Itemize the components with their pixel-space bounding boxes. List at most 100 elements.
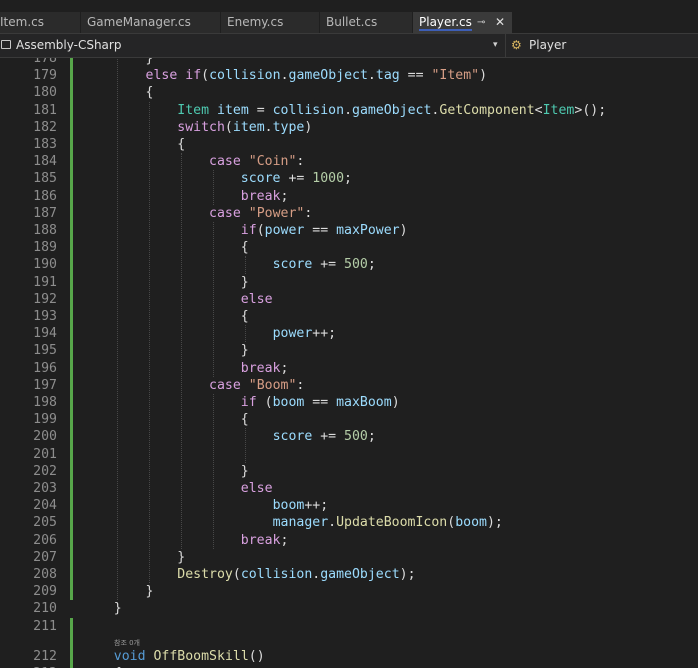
indent-guide (181, 153, 182, 549)
line-number: 194 (33, 326, 57, 342)
divider (505, 34, 506, 57)
code-line: 180 { (0, 84, 698, 101)
indent-guide (245, 325, 246, 343)
code-text: } (82, 601, 122, 617)
tab-label: GameManager.cs (87, 15, 191, 29)
code-line: 197 case "Boom": (0, 377, 698, 394)
code-text: { (82, 240, 249, 256)
code-line: 205 manager.UpdateBoomIcon(boom); (0, 514, 698, 531)
line-number: 199 (33, 412, 57, 428)
line-number: 191 (33, 274, 57, 290)
tab-label: Player.cs (419, 15, 472, 31)
line-number: 204 (33, 498, 57, 514)
code-line: 182 switch(item.type) (0, 119, 698, 136)
code-line: 210 } (0, 600, 698, 617)
code-text: void OffBoomSkill() (113, 648, 265, 664)
code-text: else (240, 291, 273, 307)
code-line: 190 score += 500; (0, 256, 698, 273)
line-number: 189 (33, 240, 57, 256)
indent-guide (245, 256, 246, 274)
tab-enemy-cs[interactable]: Enemy.cs (221, 12, 320, 33)
line-number: 209 (33, 584, 57, 600)
code-text: break; (240, 532, 289, 548)
line-number: 206 (33, 532, 57, 548)
code-text: if (boom == maxBoom) (240, 395, 400, 410)
code-line: 192 else (0, 291, 698, 308)
code-text: } (82, 463, 249, 479)
code-line: 194 power++; (0, 325, 698, 342)
changed-line-indicator (70, 58, 73, 601)
line-number: 210 (33, 601, 57, 617)
code-line: 184 case "Coin": (0, 153, 698, 170)
line-number: 182 (33, 119, 57, 135)
code-text: Item item = collision.gameObject.GetComp… (177, 102, 607, 118)
class-name: Player (529, 38, 567, 52)
code-line: 188 if(power == maxPower) (0, 222, 698, 239)
code-text: power++; (272, 326, 337, 342)
line-number: 192 (33, 291, 57, 307)
line-number: 211 (33, 618, 57, 634)
project-name: Assembly-CSharp (16, 38, 122, 52)
indent-guide (117, 58, 118, 601)
code-line: 206 break; (0, 532, 698, 549)
line-number: 193 (33, 309, 57, 324)
indent-guide (213, 170, 214, 205)
code-text: } (82, 549, 186, 565)
code-text: { (82, 137, 186, 152)
code-line: 202 } (0, 463, 698, 480)
line-number: 180 (33, 85, 57, 101)
tab-bullet-cs[interactable]: Bullet.cs (320, 12, 413, 33)
code-line: 186 break; (0, 188, 698, 205)
code-text: score += 500; (272, 257, 376, 273)
code-line: 208 Destroy(collision.gameObject); (0, 566, 698, 583)
code-line: 191 } (0, 274, 698, 291)
navigation-bar: Assembly-CSharp ▾ ⚙ Player (0, 33, 698, 58)
pin-icon[interactable]: ⊸ (477, 12, 485, 33)
line-number: 188 (33, 223, 57, 238)
indent-guide (149, 101, 150, 584)
code-text: case "Coin": (209, 154, 305, 170)
line-number: 187 (33, 205, 57, 221)
code-line: 193 { (0, 308, 698, 325)
code-line: 203 else (0, 480, 698, 497)
line-number: 190 (33, 257, 57, 273)
line-number: 208 (33, 567, 57, 582)
code-line: 211 (0, 618, 698, 635)
code-editor[interactable]: 178 } 179 else if(collision.gameObject.ta… (0, 58, 698, 668)
code-line: 209 } (0, 583, 698, 600)
line-number: 186 (33, 188, 57, 204)
line-number: 185 (33, 171, 57, 187)
close-icon[interactable]: ✕ (495, 12, 505, 33)
line-number: 198 (33, 395, 57, 410)
code-text: break; (240, 188, 289, 204)
line-number: 195 (33, 343, 57, 359)
code-line: 195 } (0, 342, 698, 359)
reference-count-hint[interactable]: 참조 0개 (114, 638, 140, 648)
code-text: { (82, 309, 249, 324)
code-text: } (82, 343, 249, 359)
code-line: 181 Item item = collision.gameObject.Get… (0, 102, 698, 119)
code-line: 198 if (boom == maxBoom) (0, 394, 698, 411)
line-number: 183 (33, 137, 57, 152)
line-number: 179 (33, 68, 57, 84)
class-icon: ⚙ (511, 38, 522, 52)
tab-player-cs[interactable]: Player.cs ⊸ ✕ (413, 12, 513, 33)
code-text: Destroy(collision.gameObject); (177, 567, 416, 582)
line-number: 202 (33, 463, 57, 479)
line-number: 200 (33, 429, 57, 445)
line-number: 203 (33, 481, 57, 496)
line-number: 196 (33, 360, 57, 376)
code-line: 201 (0, 446, 698, 463)
code-text: score += 500; (272, 429, 376, 445)
tab-gamemanager-cs[interactable]: GameManager.cs (81, 12, 221, 33)
tab-item-cs[interactable]: Item.cs (0, 12, 81, 33)
code-text: { (82, 412, 249, 428)
code-text: score += 1000; (240, 171, 352, 187)
indent-guide (213, 222, 214, 377)
line-number: 207 (33, 549, 57, 565)
indent-guide (245, 428, 246, 463)
project-dropdown[interactable]: Assembly-CSharp ▾ (0, 34, 506, 57)
tab-label: Bullet.cs (326, 15, 378, 29)
code-line: 199 { (0, 411, 698, 428)
project-icon (1, 40, 11, 49)
